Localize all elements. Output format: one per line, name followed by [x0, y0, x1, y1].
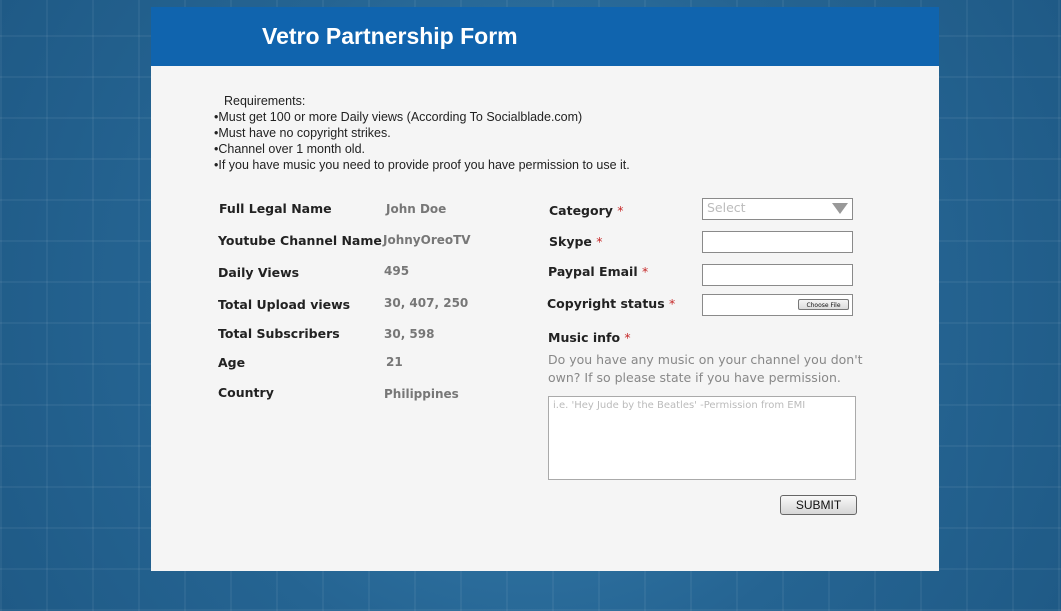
- channel-name-value: JohnyOreoTV: [383, 233, 471, 247]
- requirement-item: Must get 100 or more Daily views (Accord…: [214, 109, 630, 125]
- daily-views-label: Daily Views: [218, 265, 300, 280]
- paypal-email-input[interactable]: [702, 264, 853, 286]
- required-mark: *: [669, 296, 676, 311]
- music-info-description: Do you have any music on your channel yo…: [548, 352, 863, 385]
- requirement-item: Channel over 1 month old.: [214, 141, 630, 157]
- required-mark: *: [617, 203, 624, 218]
- required-mark: *: [624, 330, 631, 345]
- choose-file-button[interactable]: Choose File: [798, 299, 849, 310]
- partnership-form-card: Vetro Partnership Form Requirements: Mus…: [151, 7, 939, 571]
- category-label: Category *: [549, 203, 624, 218]
- skype-input[interactable]: [702, 231, 853, 253]
- required-mark: *: [596, 234, 603, 249]
- requirements-list: Requirements: Must get 100 or more Daily…: [214, 93, 630, 173]
- country-value: Philippines: [384, 387, 459, 401]
- copyright-file-input[interactable]: Choose File: [702, 294, 853, 316]
- channel-name-label: Youtube Channel Name: [218, 233, 382, 248]
- subscribers-label: Total Subscribers: [218, 326, 340, 341]
- age-value: 21: [386, 355, 403, 369]
- skype-label: Skype *: [549, 234, 603, 249]
- paypal-label: Paypal Email *: [548, 264, 649, 279]
- music-info-textarea[interactable]: i.e. 'Hey Jude by the Beatles' -Permissi…: [548, 396, 856, 480]
- requirements-title: Requirements:: [224, 94, 306, 108]
- daily-views-value: 495: [384, 264, 410, 278]
- submit-button[interactable]: SUBMIT: [780, 495, 857, 515]
- age-label: Age: [218, 355, 246, 370]
- upload-views-label: Total Upload views: [218, 297, 351, 312]
- requirement-item: If you have music you need to provide pr…: [214, 157, 629, 173]
- upload-views-value: 30, 407, 250: [384, 296, 469, 310]
- music-info-label: Music info *: [548, 330, 631, 345]
- country-label: Country: [218, 385, 274, 400]
- form-header: Vetro Partnership Form: [151, 7, 939, 66]
- full-name-value: John Doe: [386, 202, 447, 216]
- category-select-value: Select: [707, 200, 746, 215]
- required-mark: *: [641, 264, 649, 279]
- subscribers-value: 30, 598: [384, 327, 435, 341]
- category-select[interactable]: Select: [702, 198, 853, 220]
- form-title: Vetro Partnership Form: [262, 23, 518, 49]
- full-name-label: Full Legal Name: [219, 201, 332, 216]
- requirement-item: Must have no copyright strikes.: [214, 125, 630, 141]
- chevron-down-icon: [832, 203, 848, 214]
- copyright-status-label: Copyright status *: [547, 296, 676, 311]
